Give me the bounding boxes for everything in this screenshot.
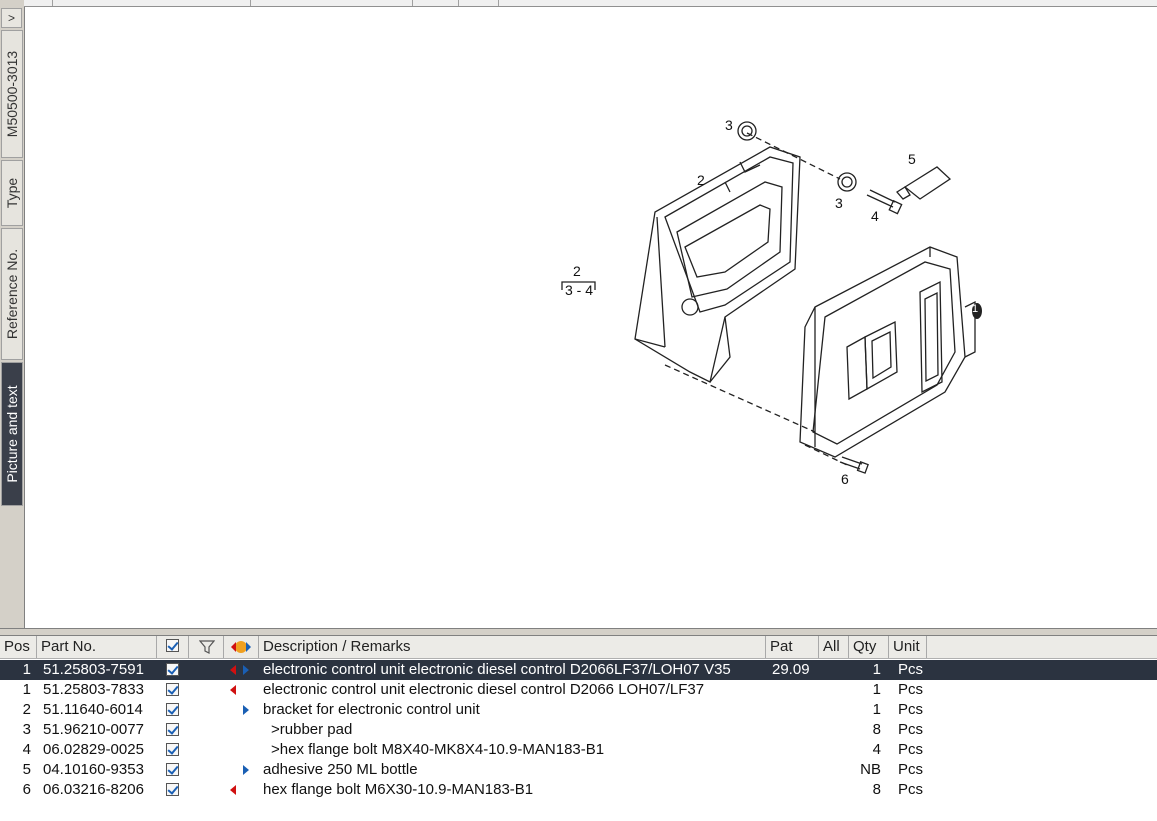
qty-cell: 1 bbox=[872, 661, 881, 678]
col-pat[interactable]: Pat bbox=[766, 636, 819, 658]
unit-cell: Pcs bbox=[898, 761, 924, 778]
table-row[interactable]: 3 51.96210-0077 >rubber pad 8 Pcs bbox=[0, 720, 1157, 740]
col-description[interactable]: Description / Remarks bbox=[259, 636, 766, 658]
table-row[interactable]: 2 51.11640-6014 bracket for electronic c… bbox=[0, 700, 1157, 720]
checklist-icon bbox=[166, 639, 179, 652]
table-row[interactable]: 4 06.02829-0025 >hex flange bolt M8X40-M… bbox=[0, 740, 1157, 760]
row-check-icon[interactable] bbox=[166, 703, 179, 716]
callout-range-3-4[interactable]: 3 - 4 bbox=[565, 282, 593, 298]
unit-cell: Pcs bbox=[898, 781, 924, 798]
col-part-no[interactable]: Part No. bbox=[37, 636, 157, 658]
arrow-right-icon[interactable] bbox=[243, 665, 249, 675]
navigation-arrows-icon bbox=[231, 641, 251, 653]
unit-cell: Pcs bbox=[898, 661, 924, 678]
description-cell: >hex flange bolt M8X40-MK8X4-10.9-MAN183… bbox=[271, 741, 605, 758]
col-nav[interactable] bbox=[224, 636, 259, 658]
arrow-left-icon[interactable] bbox=[230, 785, 236, 795]
table-row[interactable]: 5 04.10160-9353 adhesive 250 ML bottle N… bbox=[0, 760, 1157, 780]
table-header: Pos Part No. Description / Remarks Pat A… bbox=[0, 636, 1157, 659]
qty-cell: 4 bbox=[872, 741, 881, 758]
part-no-cell: 51.25803-7833 bbox=[43, 681, 144, 698]
unit-cell: Pcs bbox=[898, 721, 924, 738]
qty-cell: NB bbox=[860, 761, 881, 778]
table-row[interactable]: 6 06.03216-8206 hex flange bolt M6X30-10… bbox=[0, 780, 1157, 800]
col-pos[interactable]: Pos bbox=[0, 636, 37, 658]
exploded-view-illustration bbox=[561, 121, 982, 474]
description-cell: adhesive 250 ML bottle bbox=[263, 761, 418, 778]
arrow-right-icon[interactable] bbox=[243, 705, 249, 715]
tab-label: Picture and text bbox=[4, 385, 20, 483]
filter-icon bbox=[199, 640, 215, 654]
description-cell: hex flange bolt M6X30-10.9-MAN183-B1 bbox=[263, 781, 534, 798]
tab-m50500-3013[interactable]: M50500-3013 bbox=[1, 30, 23, 158]
side-tab-strip: > M50500-3013 Type Reference No. Picture… bbox=[0, 0, 25, 628]
row-check-icon[interactable] bbox=[166, 783, 179, 796]
callout-1[interactable]: 1 bbox=[972, 303, 978, 315]
part-no-cell: 51.11640-6014 bbox=[43, 701, 143, 718]
parts-drawing[interactable]: 3 2 5 3 4 2 3 - 4 1 6 bbox=[25, 7, 1157, 627]
description-cell: electronic control unit electronic diese… bbox=[263, 661, 731, 678]
part-no-cell: 51.96210-0077 bbox=[43, 721, 144, 738]
row-check-icon[interactable] bbox=[166, 663, 179, 676]
pos-cell: 1 bbox=[22, 661, 31, 678]
callout-5[interactable]: 5 bbox=[908, 151, 916, 167]
description-cell: bracket for electronic control unit bbox=[263, 701, 480, 718]
arrow-left-icon[interactable] bbox=[230, 685, 236, 695]
arrow-left-icon[interactable] bbox=[230, 665, 236, 675]
callout-2[interactable]: 2 bbox=[697, 172, 705, 188]
unit-cell: Pcs bbox=[898, 681, 924, 698]
col-filter[interactable] bbox=[189, 636, 224, 658]
col-all[interactable]: All bbox=[819, 636, 849, 658]
unit-cell: Pcs bbox=[898, 701, 924, 718]
tab-label: Type bbox=[4, 177, 20, 209]
part-no-cell: 51.25803-7591 bbox=[43, 661, 144, 678]
pos-cell: 5 bbox=[22, 761, 31, 778]
col-unit[interactable]: Unit bbox=[889, 636, 927, 658]
tab-label: M50500-3013 bbox=[4, 50, 20, 138]
pos-cell: 1 bbox=[22, 681, 31, 698]
top-strip bbox=[24, 0, 1157, 7]
description-cell: electronic control unit electronic diese… bbox=[263, 681, 705, 698]
qty-cell: 8 bbox=[872, 781, 881, 798]
callout-4[interactable]: 4 bbox=[871, 208, 879, 224]
callout-6[interactable]: 6 bbox=[841, 471, 849, 487]
table-row[interactable]: 1 51.25803-7591 electronic control unit … bbox=[0, 660, 1157, 680]
col-check[interactable] bbox=[157, 636, 189, 658]
description-cell: >rubber pad bbox=[271, 721, 353, 738]
table-row[interactable]: 1 51.25803-7833 electronic control unit … bbox=[0, 680, 1157, 700]
callout-3a[interactable]: 3 bbox=[725, 117, 733, 133]
pos-cell: 3 bbox=[22, 721, 31, 738]
pat-cell: 29.09 bbox=[772, 661, 810, 678]
row-check-icon[interactable] bbox=[166, 743, 179, 756]
part-no-cell: 06.03216-8206 bbox=[43, 781, 144, 798]
unit-cell: Pcs bbox=[898, 741, 924, 758]
callout-2-group[interactable]: 2 bbox=[573, 263, 581, 279]
col-qty[interactable]: Qty bbox=[849, 636, 889, 658]
expand-toggle-button[interactable]: > bbox=[1, 8, 22, 28]
pane-splitter[interactable] bbox=[0, 628, 1157, 636]
tab-type[interactable]: Type bbox=[1, 160, 23, 226]
part-no-cell: 06.02829-0025 bbox=[43, 741, 144, 758]
qty-cell: 1 bbox=[872, 681, 881, 698]
tab-reference-no[interactable]: Reference No. bbox=[1, 228, 23, 360]
tab-picture-and-text[interactable]: Picture and text bbox=[1, 362, 23, 506]
part-no-cell: 04.10160-9353 bbox=[43, 761, 144, 778]
qty-cell: 1 bbox=[872, 701, 881, 718]
tab-label: Reference No. bbox=[4, 248, 20, 340]
callout-3b[interactable]: 3 bbox=[835, 195, 843, 211]
qty-cell: 8 bbox=[872, 721, 881, 738]
pos-cell: 2 bbox=[22, 701, 31, 718]
row-check-icon[interactable] bbox=[166, 683, 179, 696]
row-check-icon[interactable] bbox=[166, 763, 179, 776]
pos-cell: 6 bbox=[22, 781, 31, 798]
pos-cell: 4 bbox=[22, 741, 31, 758]
arrow-right-icon[interactable] bbox=[243, 765, 249, 775]
row-check-icon[interactable] bbox=[166, 723, 179, 736]
parts-table: Pos Part No. Description / Remarks Pat A… bbox=[0, 636, 1157, 821]
